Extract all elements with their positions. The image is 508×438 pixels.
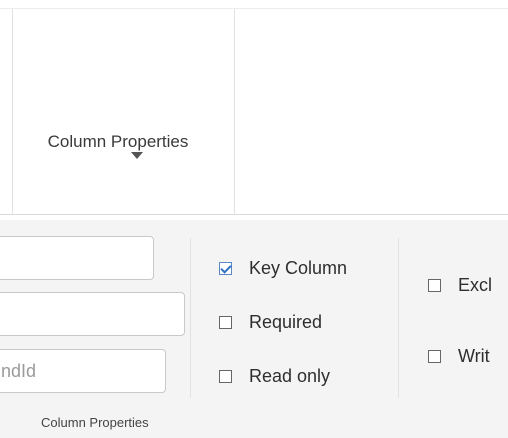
key-column-label: Key Column bbox=[249, 258, 348, 278]
exclude-checkbox-row[interactable]: Excl bbox=[428, 275, 492, 296]
required-label: Required bbox=[249, 312, 323, 332]
text-field-3[interactable]: ndId bbox=[0, 349, 166, 393]
write-checkbox-row[interactable]: Writ bbox=[428, 346, 490, 367]
ribbon-divider bbox=[0, 214, 508, 215]
required-checkbox-row[interactable]: Required bbox=[219, 312, 322, 333]
key-column-checkbox-row[interactable]: Key Column bbox=[219, 258, 347, 279]
separator-fields bbox=[190, 238, 191, 398]
write-label: Writ bbox=[458, 346, 490, 366]
column-properties-panel: ndId Key Column Required Read only Excl … bbox=[0, 220, 508, 438]
key-column-checkbox[interactable] bbox=[219, 262, 232, 275]
text-field-1[interactable] bbox=[0, 236, 154, 280]
text-field-2[interactable] bbox=[0, 292, 185, 336]
group-caption: Column Properties bbox=[41, 415, 149, 430]
separator-mid bbox=[234, 8, 235, 214]
read-only-checkbox-row[interactable]: Read only bbox=[219, 366, 330, 387]
read-only-label: Read only bbox=[249, 366, 331, 386]
exclude-checkbox[interactable] bbox=[428, 279, 441, 292]
write-checkbox[interactable] bbox=[428, 350, 441, 363]
chevron-down-icon bbox=[131, 152, 143, 159]
column-properties-button-label: Column Properties bbox=[47, 132, 189, 151]
ribbon-top-area: Column Properties bbox=[0, 0, 508, 214]
exclude-label: Excl bbox=[458, 275, 493, 295]
separator-checks bbox=[398, 238, 399, 398]
read-only-checkbox[interactable] bbox=[219, 370, 232, 383]
required-checkbox[interactable] bbox=[219, 316, 232, 329]
column-properties-dropdown-button[interactable]: Column Properties bbox=[12, 8, 234, 214]
